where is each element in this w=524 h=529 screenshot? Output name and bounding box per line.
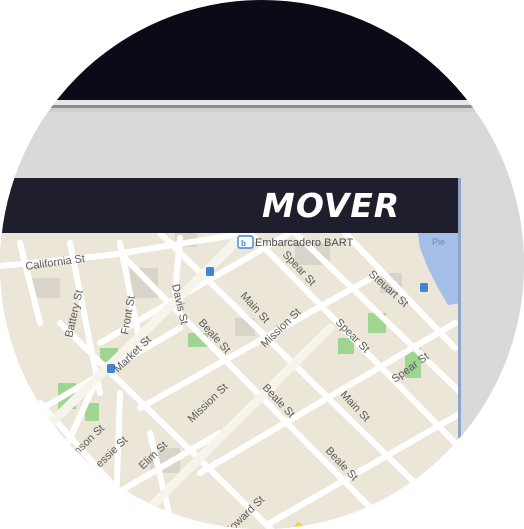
screen-edge (458, 178, 461, 438)
mover-logo[interactable]: MOVER (262, 186, 400, 225)
bart-station-marker[interactable]: b Embarcadero BART (237, 235, 354, 249)
bus-stop-icon[interactable] (206, 267, 214, 276)
app-window: MOVER b Embarcadero BART California St D… (0, 178, 461, 529)
bus-stop-icon[interactable] (420, 283, 428, 292)
zoomed-view: MOVER b Embarcadero BART California St D… (0, 0, 524, 529)
bart-station-label: Embarcadero BART (255, 237, 354, 249)
street-label: Pie (432, 237, 445, 247)
monitor-bezel (0, 0, 524, 100)
svg-text:b: b (241, 239, 246, 248)
app-header: MOVER (0, 178, 461, 233)
map-view[interactable]: b Embarcadero BART California St Davis S… (0, 233, 461, 529)
